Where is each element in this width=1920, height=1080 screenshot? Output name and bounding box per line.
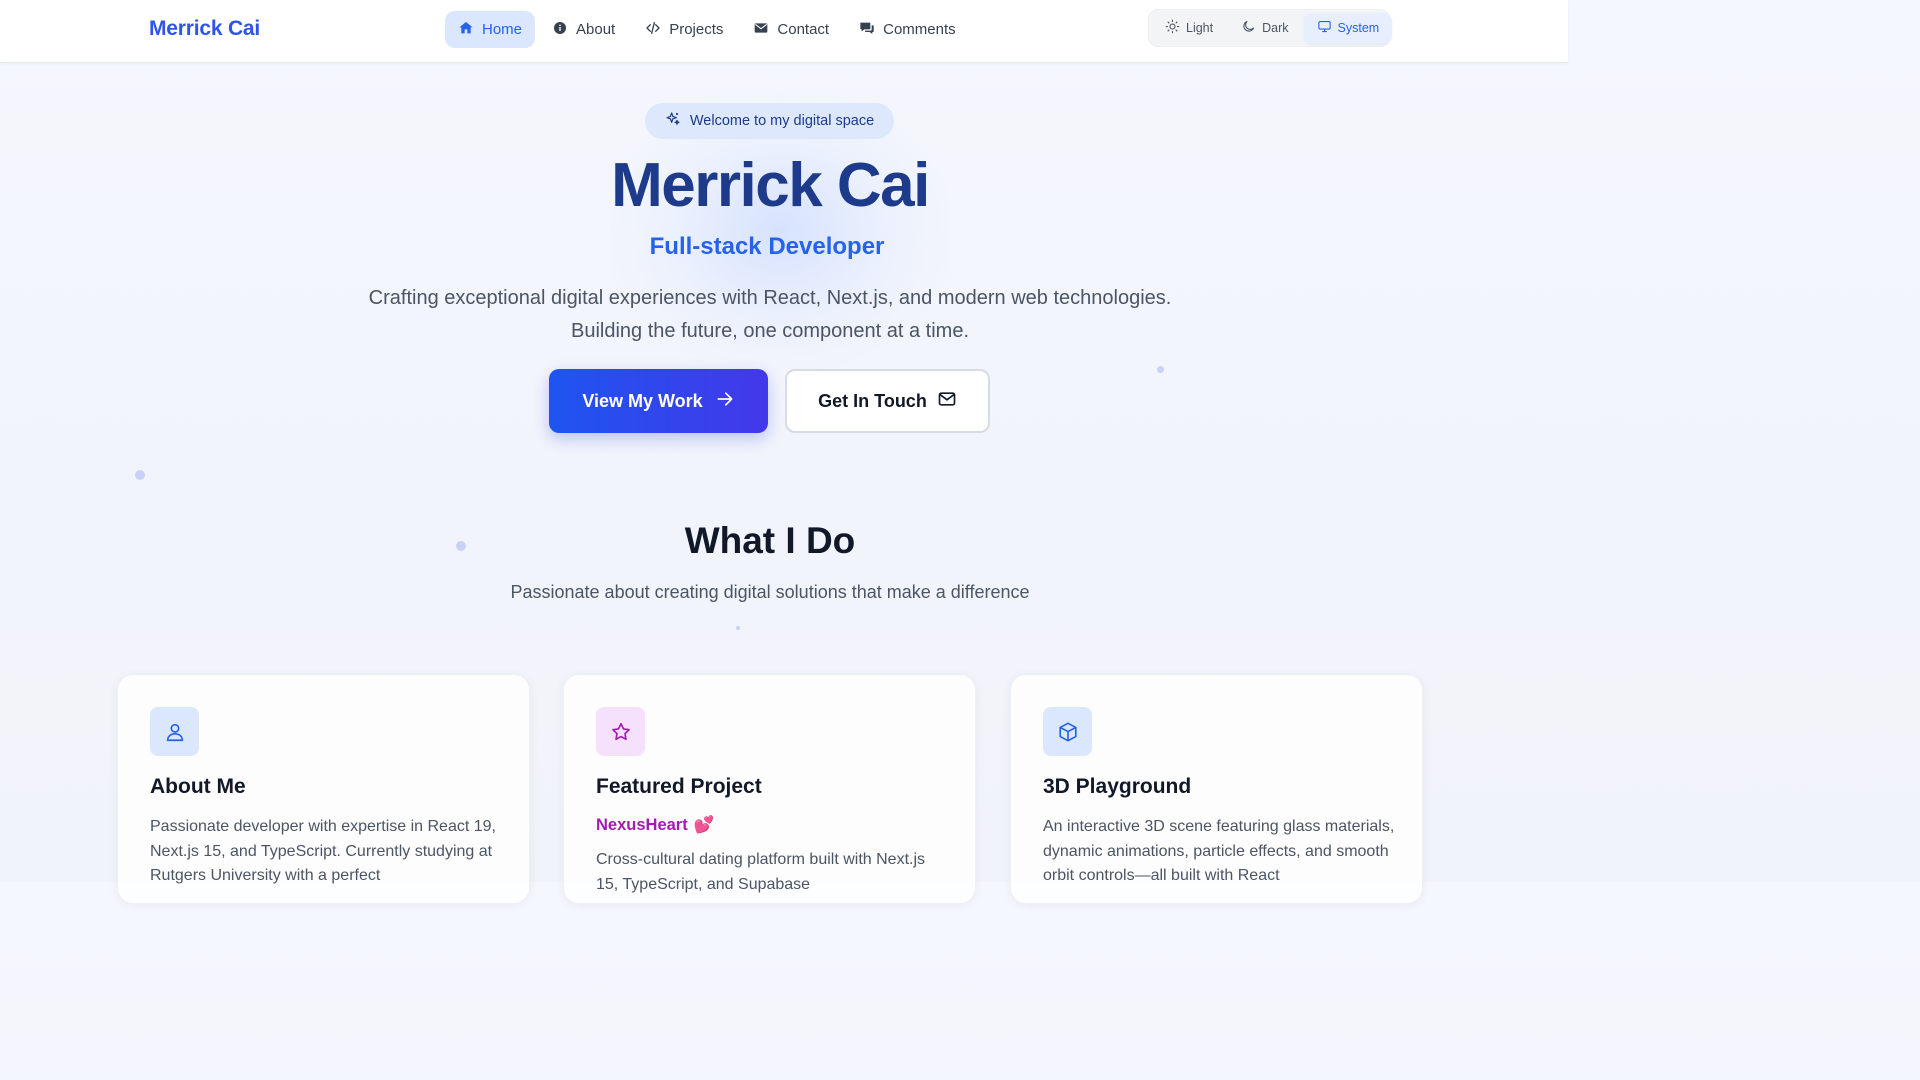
card-about-me[interactable]: About Me Passionate developer with exper…: [117, 674, 530, 904]
get-in-touch-button[interactable]: Get In Touch: [785, 369, 990, 433]
background-dot: [736, 626, 740, 630]
info-icon: [552, 20, 568, 40]
welcome-badge: Welcome to my digital space: [645, 103, 894, 139]
hearts-emoji: 💕: [693, 816, 715, 834]
section-title: What I Do: [684, 520, 856, 561]
card-featured-project[interactable]: Featured Project NexusHeart 💕 Cross-cult…: [563, 674, 976, 904]
main-nav: Home About Projects Contact Comments: [445, 11, 969, 48]
hero-description-line: Building the future, one component at a …: [570, 320, 970, 342]
theme-dark-label: Dark: [1262, 21, 1289, 35]
theme-system-button[interactable]: System: [1303, 12, 1393, 44]
hero-description: Crafting exceptional digital experiences…: [0, 282, 1540, 348]
star-icon: [596, 707, 645, 756]
arrow-right-icon: [715, 389, 735, 414]
view-my-work-label: View My Work: [582, 390, 703, 411]
theme-dark-button[interactable]: Dark: [1228, 13, 1301, 44]
top-navbar: Merrick Cai Home About Projects Contact: [0, 0, 1568, 63]
mail-outline-icon: [937, 389, 957, 414]
nav-item-label: Home: [482, 21, 523, 38]
theme-light-button[interactable]: Light: [1152, 13, 1226, 44]
card-text: An interactive 3D scene featuring glass …: [1043, 818, 1395, 884]
mail-icon: [753, 20, 769, 40]
card-title: About Me: [150, 775, 246, 798]
chat-icon: [859, 20, 875, 40]
card-text: Passionate developer with expertise in R…: [150, 818, 496, 884]
card-3d-playground[interactable]: 3D Playground An interactive 3D scene fe…: [1010, 674, 1423, 904]
project-name-link[interactable]: NexusHeart 💕: [596, 816, 714, 835]
get-in-touch-label: Get In Touch: [818, 390, 927, 411]
nav-item-comments[interactable]: Comments: [846, 11, 969, 48]
background-dot: [135, 470, 145, 480]
sun-icon: [1165, 19, 1180, 37]
moon-icon: [1241, 19, 1256, 37]
section-subtitle: Passionate about creating digital soluti…: [510, 582, 1030, 602]
user-icon: [150, 707, 199, 756]
hero-description-line: Crafting exceptional digital experiences…: [368, 287, 1172, 309]
theme-switcher: Light Dark System: [1148, 9, 1393, 47]
nav-item-label: About: [576, 21, 616, 38]
nav-item-label: Comments: [883, 21, 956, 38]
background-dot: [1157, 366, 1164, 373]
card-text: Cross-cultural dating platform built wit…: [596, 851, 926, 893]
code-icon: [645, 20, 661, 40]
hero-subtitle: Full-stack Developer: [649, 233, 885, 260]
view-my-work-button[interactable]: View My Work: [549, 369, 768, 433]
brand-logo[interactable]: Merrick Cai: [149, 17, 260, 41]
nav-item-home[interactable]: Home: [445, 11, 536, 48]
card-title: Featured Project: [596, 775, 762, 798]
sparkles-icon: [665, 111, 681, 131]
nav-item-projects[interactable]: Projects: [632, 11, 736, 48]
nav-item-label: Projects: [669, 21, 724, 38]
project-name: NexusHeart: [596, 816, 688, 834]
nav-item-contact[interactable]: Contact: [740, 11, 842, 48]
cube-icon: [1043, 707, 1092, 756]
theme-light-label: Light: [1186, 21, 1214, 35]
hero-title: Merrick Cai: [611, 151, 930, 220]
welcome-badge-text: Welcome to my digital space: [689, 113, 875, 129]
monitor-icon: [1317, 19, 1332, 37]
theme-system-label: System: [1337, 21, 1380, 35]
nav-item-label: Contact: [777, 21, 830, 38]
nav-item-about[interactable]: About: [539, 11, 628, 48]
card-title: 3D Playground: [1043, 775, 1192, 798]
home-icon: [458, 20, 474, 40]
